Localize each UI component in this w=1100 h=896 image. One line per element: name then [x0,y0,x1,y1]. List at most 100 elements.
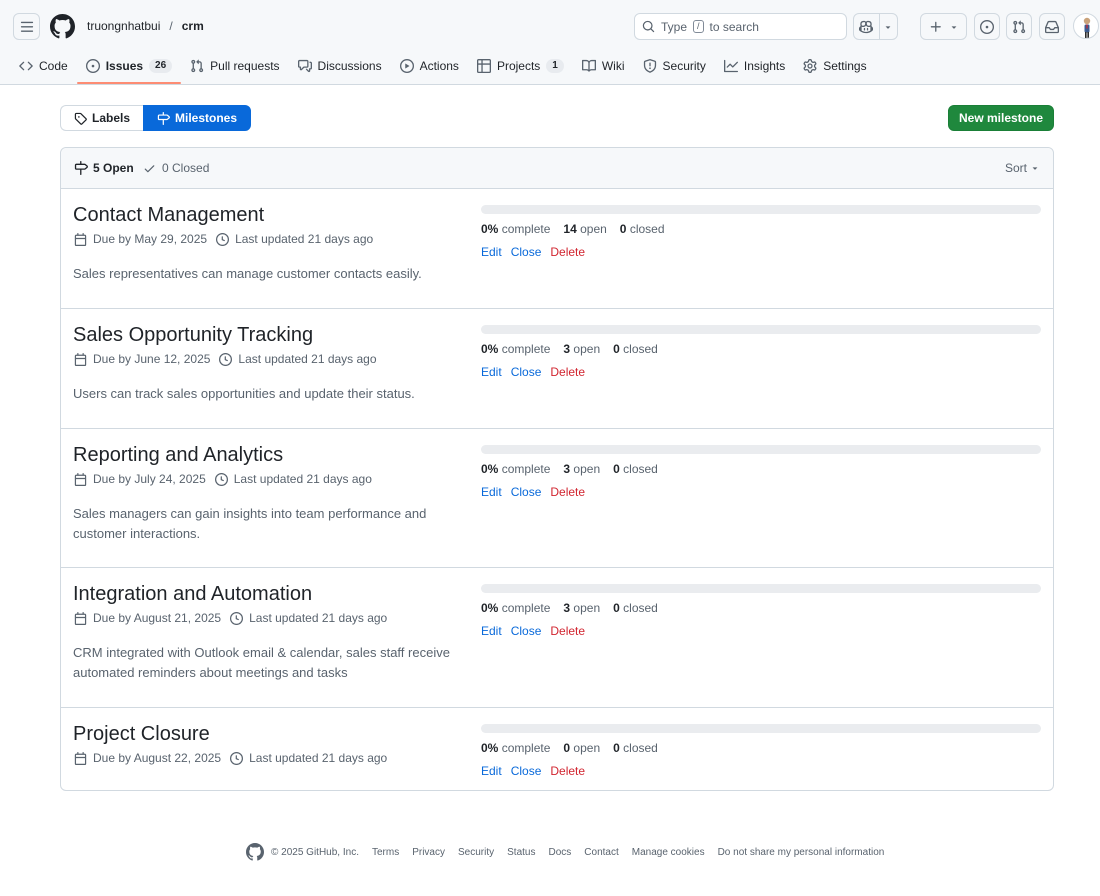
footer-link-do-not-share[interactable]: Do not share my personal information [718,847,885,858]
tab-security[interactable]: Security [634,53,715,79]
tab-pull-requests[interactable]: Pull requests [181,53,288,79]
last-updated-text: Last updated 21 days ago [233,472,372,486]
delete-milestone-link[interactable]: Delete [550,245,585,259]
your-pull-requests-button[interactable] [1006,13,1032,40]
repo-tabs: Code Issues 26 Pull requests Discussions… [10,53,876,85]
footer-link-docs[interactable]: Docs [548,847,571,858]
percent-complete: 0% complete [481,342,551,356]
github-logo-icon[interactable] [246,843,264,861]
create-new-button[interactable] [920,13,967,40]
milestone-title[interactable]: Project Closure [73,723,210,746]
footer-link-terms[interactable]: Terms [372,847,399,858]
closed-issues-count[interactable]: 0 closed [613,342,658,356]
milestone-title[interactable]: Integration and Automation [73,583,312,606]
edit-milestone-link[interactable]: Edit [481,485,502,499]
open-count: 5 Open [93,161,134,175]
breadcrumb-separator: / [169,19,173,33]
copilot-button-group [853,13,898,40]
edit-milestone-link[interactable]: Edit [481,624,502,638]
percent-complete: 0% complete [481,741,551,755]
milestone-item: Project Closure Due by August 22, 2025 L… [61,708,1053,790]
milestone-actions: Edit Close Delete [481,485,585,499]
copilot-dropdown-button[interactable] [880,14,897,39]
tab-insights[interactable]: Insights [715,53,794,79]
labels-button[interactable]: Labels [60,105,144,131]
tab-wiki[interactable]: Wiki [573,53,634,79]
git-pull-request-icon [1013,20,1026,33]
delete-milestone-link[interactable]: Delete [550,365,585,379]
closed-issues-count[interactable]: 0 closed [620,222,665,236]
inbox-button[interactable] [1039,13,1065,40]
close-milestone-link[interactable]: Close [511,764,542,778]
app-header: truongnhatbui / crm Type / to search Cod… [0,0,1100,85]
edit-milestone-link[interactable]: Edit [481,245,502,259]
milestone-title[interactable]: Sales Opportunity Tracking [73,324,313,347]
issues-count-badge: 26 [149,59,173,73]
footer-link-status[interactable]: Status [507,847,535,858]
owner-link[interactable]: truongnhatbui [87,19,160,33]
labels-milestones-subnav: Labels Milestones [60,105,252,131]
your-issues-button[interactable] [974,13,1000,40]
copilot-button[interactable] [854,14,879,39]
tab-label: Discussions [317,59,382,73]
edit-milestone-link[interactable]: Edit [481,365,502,379]
percent-complete: 0% complete [481,222,551,236]
tab-issues[interactable]: Issues 26 [76,53,182,84]
delete-milestone-link[interactable]: Delete [550,485,585,499]
milestone-last-updated: Last updated 21 days ago [230,751,387,765]
tab-actions[interactable]: Actions [391,53,468,79]
due-date-text: Due by August 21, 2025 [93,611,222,625]
search-input[interactable]: Type / to search [634,13,847,40]
plus-icon [930,21,941,32]
open-issues-count[interactable]: 0 open [563,741,600,755]
open-issues-count[interactable]: 14 open [563,222,606,236]
tab-settings[interactable]: Settings [794,53,875,79]
open-milestones-filter[interactable]: 5 Open [74,161,134,175]
github-logo-icon[interactable] [50,14,75,39]
milestone-description: Users can track sales opportunities and … [73,386,415,401]
milestone-title[interactable]: Reporting and Analytics [73,444,283,467]
three-bars-icon [20,21,33,32]
tab-label: Issues [105,59,144,73]
footer-link-security[interactable]: Security [458,847,494,858]
tab-code[interactable]: Code [10,53,77,79]
search-placeholder-suffix: to search [709,19,759,34]
closed-issues-count[interactable]: 0 closed [613,601,658,615]
milestone-last-updated: Last updated 21 days ago [230,611,387,625]
close-milestone-link[interactable]: Close [511,624,542,638]
menu-button[interactable] [13,13,40,40]
milestones-button[interactable]: Milestones [143,105,252,131]
close-milestone-link[interactable]: Close [511,245,542,259]
copilot-icon [859,20,874,33]
open-issues-count[interactable]: 3 open [563,462,600,476]
footer-link-manage-cookies[interactable]: Manage cookies [632,847,705,858]
user-avatar[interactable] [1073,13,1099,39]
due-date-text: Due by June 12, 2025 [93,352,211,366]
milestone-stats: 0% complete 3 open 0 closed [481,462,658,476]
new-milestone-button[interactable]: New milestone [948,105,1054,131]
milestone-title[interactable]: Contact Management [73,204,264,227]
delete-milestone-link[interactable]: Delete [550,624,585,638]
clock-icon [219,352,233,366]
tab-projects[interactable]: Projects 1 [468,53,573,79]
milestone-icon [74,161,88,175]
edit-milestone-link[interactable]: Edit [481,764,502,778]
close-milestone-link[interactable]: Close [511,365,542,379]
milestone-item: Contact Management Due by May 29, 2025 L… [61,189,1053,309]
closed-issues-count[interactable]: 0 closed [613,741,658,755]
tag-icon [74,112,87,125]
footer-link-contact[interactable]: Contact [584,847,618,858]
sort-dropdown[interactable]: Sort [1005,161,1040,175]
milestone-progress-bar [481,584,1041,593]
tab-label: Code [39,59,68,73]
closed-milestones-filter[interactable]: 0 Closed [143,161,209,175]
footer-link-privacy[interactable]: Privacy [412,847,445,858]
closed-issues-count[interactable]: 0 closed [613,462,658,476]
open-issues-count[interactable]: 3 open [563,342,600,356]
tab-discussions[interactable]: Discussions [289,53,391,79]
repo-link[interactable]: crm [182,19,204,33]
clock-icon [230,751,244,765]
open-issues-count[interactable]: 3 open [563,601,600,615]
close-milestone-link[interactable]: Close [511,485,542,499]
delete-milestone-link[interactable]: Delete [550,764,585,778]
